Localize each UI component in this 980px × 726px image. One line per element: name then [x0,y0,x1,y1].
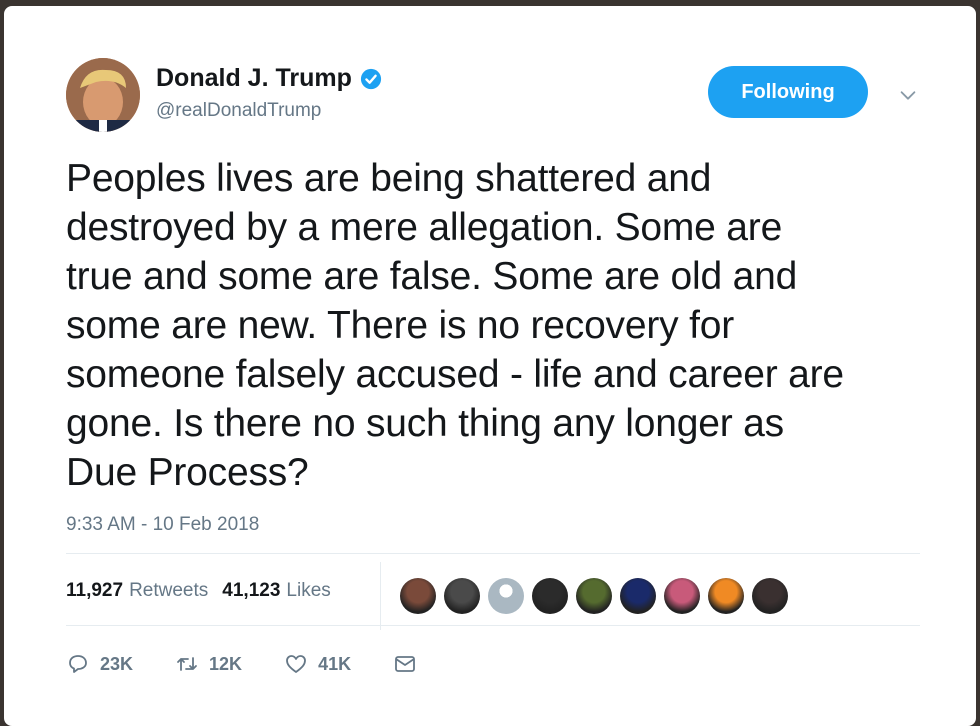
tweet-timestamp[interactable]: 9:33 AM - 10 Feb 2018 [66,514,259,536]
author-handle[interactable]: @realDonaldTrump [156,100,321,122]
liker-avatar[interactable] [488,578,524,614]
tweet-actions: 23K 12K 41K [66,652,459,676]
tweet-line: gone. Is there no such thing any longer … [66,402,784,445]
liker-avatar[interactable] [620,578,656,614]
liker-avatar[interactable] [444,578,480,614]
tweet-line: destroyed by a mere allegation. Some are [66,206,783,249]
liker-avatar[interactable] [576,578,612,614]
profile-photo [66,58,140,132]
stats-separator [380,562,381,630]
tweet-line: Due Process? [66,451,309,494]
liker-avatar[interactable] [532,578,568,614]
avatar[interactable] [66,58,140,132]
liker-avatars [400,578,796,614]
retweets-count[interactable]: 11,927 [66,580,123,602]
envelope-icon [395,656,415,672]
liker-avatar[interactable] [752,578,788,614]
author-name[interactable]: Donald J. Trump [156,64,352,93]
tweet-line: true and some are false. Some are old an… [66,255,798,298]
tweet-line: some are new. There is no recovery for [66,304,734,347]
divider [66,553,920,554]
retweet-button[interactable]: 12K [175,652,242,676]
tweet-line: Peoples lives are being shattered and [66,157,712,200]
retweets-label[interactable]: Retweets [129,580,208,602]
retweet-count: 12K [209,653,243,674]
likes-count[interactable]: 41,123 [222,580,280,602]
tweet-line: someone falsely accused - life and caree… [66,353,844,396]
following-button[interactable]: Following [708,66,868,118]
reply-count: 23K [100,653,134,674]
reply-button[interactable]: 23K [66,652,133,676]
chevron-down-icon[interactable] [897,84,919,106]
retweet-icon [177,657,197,671]
divider [66,625,920,626]
like-count: 41K [318,653,352,674]
reply-icon [69,655,87,673]
tweet-card: Donald J. Trump @realDonaldTrump Followi… [4,6,976,726]
heart-icon [286,655,306,673]
likes-label[interactable]: Likes [286,580,330,602]
tweet-text: Peoples lives are being shattered and de… [66,154,946,497]
liker-avatar[interactable] [400,578,436,614]
like-button[interactable]: 41K [284,652,351,676]
direct-message-button[interactable] [393,652,417,676]
liker-avatar[interactable] [664,578,700,614]
verified-badge-icon [360,68,381,89]
liker-avatar[interactable] [708,578,744,614]
engagement-stats: 11,927 Retweets 41,123 Likes [66,580,345,602]
